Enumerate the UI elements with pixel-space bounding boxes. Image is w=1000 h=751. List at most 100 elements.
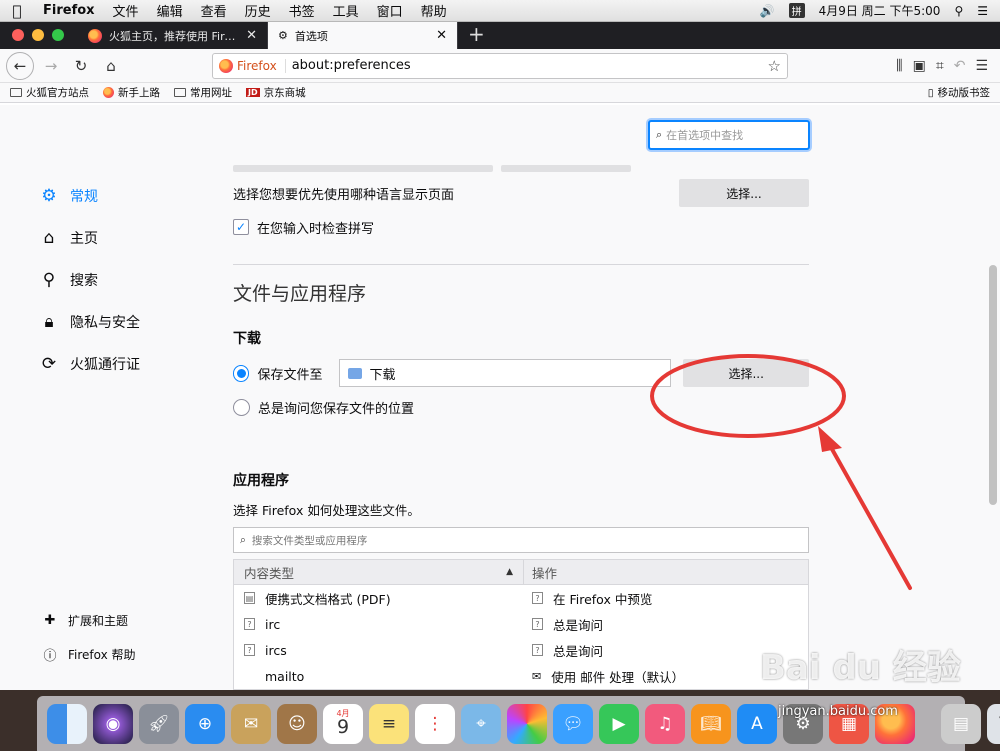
finder-icon[interactable] xyxy=(47,703,87,744)
sidebar-item-home[interactable]: ⌂ 主页 xyxy=(38,217,140,259)
apple-icon[interactable]:  xyxy=(0,2,34,20)
maps-icon[interactable]: ⌖ xyxy=(461,703,501,744)
zoom-window-button[interactable] xyxy=(52,29,64,41)
table-row[interactable]: ▤ 便携式文档格式 (PDF) ? 在 Firefox 中预览 xyxy=(234,585,808,611)
column-content-type[interactable]: 内容类型 ▲ xyxy=(234,560,524,584)
itunes-icon[interactable]: ♫ xyxy=(645,703,685,744)
menu-edit[interactable]: 编辑 xyxy=(148,1,192,20)
calendar-icon[interactable]: 4月 9 xyxy=(323,703,363,744)
identity-box[interactable]: Firefox xyxy=(219,58,286,73)
menu-tools[interactable]: 工具 xyxy=(324,1,368,20)
search-icon: ⌕ xyxy=(240,533,246,546)
launchpad-icon[interactable]: 🚀︎ xyxy=(139,703,179,744)
always-ask-radio[interactable] xyxy=(233,398,250,416)
library-icon[interactable]: ⫼ xyxy=(896,58,902,74)
contacts-icon[interactable]: ☺ xyxy=(277,703,317,744)
notes-icon[interactable]: ≡ xyxy=(369,703,409,744)
books-icon[interactable]: 📖︎ xyxy=(691,703,731,744)
unknown-file-icon: ? xyxy=(244,618,255,630)
spellcheck-row[interactable]: ✓ 在您输入时检查拼写 xyxy=(233,212,809,242)
notification-center-icon[interactable]: ☰ xyxy=(977,4,988,18)
clock[interactable]: 4月9日 周二 下午5:00 xyxy=(819,2,941,19)
spotlight-icon[interactable]: ⚲ xyxy=(954,4,963,18)
sidebar-item-general[interactable]: ⚙ 常规 xyxy=(38,175,140,217)
preferences-main: 选择您想要优先使用哪种语言显示页面 选择... ✓ 在您输入时检查拼写 文件与应… xyxy=(233,165,809,690)
sidebar-item-help[interactable]: ⓘ Firefox 帮助 xyxy=(42,637,135,671)
hamburger-menu-icon[interactable]: ☰ xyxy=(975,58,988,74)
volume-icon[interactable]: 🔊 xyxy=(760,4,775,18)
undo-icon[interactable]: ↶ xyxy=(954,58,966,74)
messages-icon[interactable]: 💬︎ xyxy=(553,703,593,744)
bookmark-item[interactable]: 常用网址 xyxy=(174,85,232,100)
facetime-icon[interactable]: ▶ xyxy=(599,703,639,744)
app-store-icon[interactable]: A xyxy=(737,703,777,744)
downloads-stack-icon[interactable]: ▤ xyxy=(941,703,981,744)
bookmark-item[interactable]: 火狐官方站点 xyxy=(10,85,89,100)
mail-icon[interactable]: ✉ xyxy=(231,703,271,744)
choose-download-folder-button[interactable]: 选择... xyxy=(683,359,809,387)
siri-icon[interactable]: ◉ xyxy=(93,703,133,744)
minimize-window-button[interactable] xyxy=(32,29,44,41)
forward-button[interactable]: → xyxy=(38,53,64,79)
safari-icon[interactable]: ⊕ xyxy=(185,703,225,744)
reminders-icon[interactable]: ⋮ xyxy=(415,703,455,744)
spellcheck-checkbox[interactable]: ✓ xyxy=(233,219,249,235)
baidu-watermark-url: jingyan.baidu.com xyxy=(778,704,898,719)
back-button[interactable]: ← xyxy=(6,51,34,80)
table-row[interactable]: mailto ✉ 使用 邮件 处理（默认） xyxy=(234,663,808,689)
menu-file[interactable]: 文件 xyxy=(104,1,148,20)
trash-icon[interactable]: 🗑︎ xyxy=(987,703,1000,744)
sidebar-toggle-icon[interactable]: ▣ xyxy=(913,58,926,74)
menu-bookmarks[interactable]: 书签 xyxy=(280,1,324,20)
screenshot-icon[interactable]: ⌗ xyxy=(936,58,944,74)
sidebar-item-search[interactable]: ⚲ 搜索 xyxy=(38,259,140,301)
content-type: irc xyxy=(265,616,281,632)
gear-icon: ⚙ xyxy=(278,29,288,42)
save-to-row: 保存文件至 下载 选择... xyxy=(233,358,809,388)
applications-table-header: 内容类型 ▲ 操作 xyxy=(234,560,808,585)
menu-history[interactable]: 历史 xyxy=(236,1,280,20)
save-to-radio[interactable] xyxy=(233,364,250,382)
content-type: mailto xyxy=(265,668,305,684)
menu-view[interactable]: 查看 xyxy=(192,1,236,20)
tab-preferences[interactable]: ⚙ 首选项 ✕ xyxy=(268,22,458,49)
macos-menubar:  Firefox 文件 编辑 查看 历史 书签 工具 窗口 帮助 🔊 拼 4月… xyxy=(0,0,1000,22)
bookmark-item[interactable]: JD 京东商城 xyxy=(246,85,306,100)
input-method-icon[interactable]: 拼 xyxy=(788,3,805,18)
photos-icon[interactable] xyxy=(507,703,547,744)
menu-window[interactable]: 窗口 xyxy=(368,1,412,20)
sidebar-item-addons[interactable]: ✚ 扩展和主题 xyxy=(42,603,136,637)
menu-help[interactable]: 帮助 xyxy=(412,1,456,20)
bookmark-star-icon[interactable]: ☆ xyxy=(768,57,781,75)
home-button[interactable]: ⌂ xyxy=(98,53,124,79)
mobile-bookmarks[interactable]: ▯ 移动版书签 xyxy=(928,85,990,100)
table-row[interactable]: ? ircs ? 总是询问 xyxy=(234,637,808,663)
choose-language-button[interactable]: 选择... xyxy=(679,179,809,207)
applications-description: 选择 Firefox 如何处理这些文件。 xyxy=(233,503,420,518)
menu-app[interactable]: Firefox xyxy=(34,3,104,18)
table-row[interactable]: ? irc ? 总是询问 xyxy=(234,611,808,637)
tab-firefox-home[interactable]: 火狐主页，推荐使用 Firefox 火狐 ✕ xyxy=(78,22,268,49)
url-bar[interactable]: Firefox about:preferences ☆ xyxy=(212,52,788,79)
column-action[interactable]: 操作 xyxy=(524,560,557,584)
column-label: 内容类型 xyxy=(244,565,295,581)
close-tab-icon[interactable]: ✕ xyxy=(246,28,257,43)
sidebar-item-sync[interactable]: ⟳ 火狐通行证 xyxy=(38,343,140,385)
firefox-icon xyxy=(88,28,102,43)
close-tab-icon[interactable]: ✕ xyxy=(436,28,447,43)
new-tab-button[interactable]: + xyxy=(458,22,495,49)
help-icon: ⓘ xyxy=(43,648,57,664)
page-scrollbar[interactable] xyxy=(989,265,997,505)
applications-search-placeholder: 搜索文件类型或应用程序 xyxy=(251,534,368,547)
bookmark-item[interactable]: 新手上路 xyxy=(103,85,160,100)
applications-search[interactable]: ⌕ 搜索文件类型或应用程序 xyxy=(233,527,809,553)
url-text[interactable]: about:preferences xyxy=(292,58,762,73)
sidebar-item-privacy[interactable]: 🔒︎ 隐私与安全 xyxy=(38,301,140,343)
sidebar-item-label: 火狐通行证 xyxy=(70,357,140,373)
language-text: 选择您想要优先使用哪种语言显示页面 xyxy=(233,187,455,203)
mail-app-icon: ✉ xyxy=(532,669,542,683)
close-window-button[interactable] xyxy=(12,29,24,41)
preferences-sidebar: ⚙ 常规 ⌂ 主页 ⚲ 搜索 🔒︎ 隐私与安全 ⟳ 火狐通行证 xyxy=(38,175,140,385)
preferences-search[interactable]: ⌕ 在首选项中查找 xyxy=(648,120,810,150)
reload-button[interactable]: ↻ xyxy=(68,53,94,79)
